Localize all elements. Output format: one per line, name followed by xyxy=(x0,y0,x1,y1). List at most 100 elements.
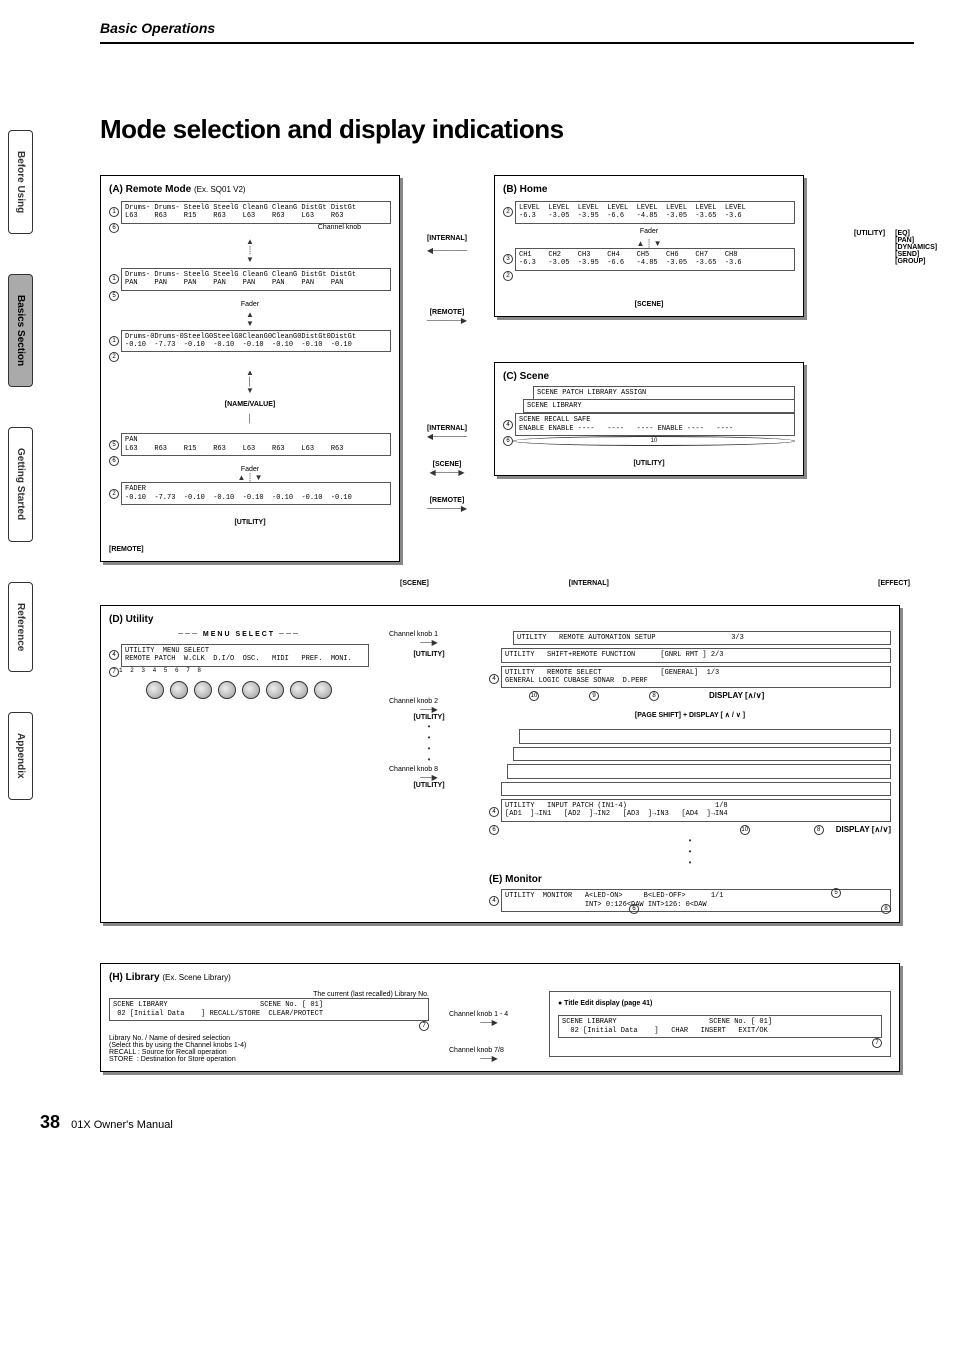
ref-c4: 4 xyxy=(503,420,513,430)
panel-a-title: (A) Remote Mode xyxy=(109,184,191,195)
book-title: 01X Owner's Manual xyxy=(71,1119,173,1131)
knob-row xyxy=(109,681,369,699)
panel-h-sub: (Ex. Scene Library) xyxy=(162,973,230,982)
lcd-stack-a2: UTILITY SHIFT+REMOTE FUNCTION [GNRL RMT … xyxy=(501,648,891,662)
side-tabs: Before Using Basics Section Getting Star… xyxy=(8,130,38,800)
internal-label-c: [INTERNAL] xyxy=(412,425,482,432)
panel-home: (B) Home 2 LEVEL LEVEL LEVEL LEVEL LEVEL… xyxy=(494,175,804,317)
lcd-b1: LEVEL LEVEL LEVEL LEVEL LEVEL LEVEL LEVE… xyxy=(515,201,795,224)
ref-b3: 3 xyxy=(503,254,513,264)
panel-remote-mode: (A) Remote Mode (Ex. SQ01 V2) 1 Drums- D… xyxy=(100,175,400,562)
knob-4-icon xyxy=(218,681,236,699)
ref-da10: 10 xyxy=(529,691,539,701)
page-footer: 38 01X Owner's Manual xyxy=(40,1112,914,1133)
ref-db8: 8 xyxy=(814,825,824,835)
lcd-c3: SCENE RECALL SAFE ENABLE ENABLE ---- ---… xyxy=(515,413,795,436)
channel-knob-label: Channel knob xyxy=(121,224,391,231)
remote-label-mid: [REMOTE] xyxy=(412,309,482,316)
running-header: Basic Operations xyxy=(100,20,914,44)
name-value-label: [NAME/VALUE] xyxy=(109,401,391,408)
panel-scene: (C) Scene SCENE PATCH LIBRARY ASSIGN SCE… xyxy=(494,362,804,477)
menu-select-label: ─── MENU SELECT ─── xyxy=(109,631,369,638)
tab-basics-section[interactable]: Basics Section xyxy=(8,274,33,387)
remote-label-a: [REMOTE] xyxy=(109,546,391,553)
lcd-sb-1 xyxy=(519,729,891,743)
right-annotations: [UTILITY] [EQ] [PAN] [DYNAMICS] [SEND] [… xyxy=(854,230,954,265)
ref-db4: 4 xyxy=(489,807,499,817)
panel-h-title: (H) Library xyxy=(109,972,160,983)
mid-internal: [INTERNAL] xyxy=(569,580,609,587)
channel-knob-78: Channel knob 7/8 xyxy=(449,1047,529,1054)
num-strip: 1 2 3 4 5 6 7 8 xyxy=(119,667,369,677)
page-shift-label: [PAGE SHIFT] + DISPLAY [ ∧ / ∨ ] xyxy=(489,711,891,719)
lcd-stack-a1: UTILITY REMOTE AUTOMATION SETUP 3/3 xyxy=(513,631,891,645)
ref-da4: 4 xyxy=(489,674,499,684)
ref-1: 1 xyxy=(109,207,119,217)
scene-label-c: [SCENE] xyxy=(412,461,482,468)
knob-2-icon xyxy=(170,681,188,699)
panel-e-title: (E) Monitor xyxy=(489,874,891,885)
ref-1b: 1 xyxy=(109,274,119,284)
utility-label-c: [UTILITY] xyxy=(503,460,795,467)
library-notes: Library No. / Name of desired selection … xyxy=(109,1035,429,1063)
lcd-sb-4 xyxy=(501,782,891,796)
channel-knob-14: Channel knob 1 - 4 xyxy=(449,1011,529,1018)
utility-d-1: [UTILITY] xyxy=(389,651,469,658)
remote-label-c: [REMOTE] xyxy=(412,497,482,504)
ref-2b: 2 xyxy=(109,489,119,499)
lcd-a3: Drums-0Drums-0SteelG0SteelG0CleanG0Clean… xyxy=(121,330,391,353)
lcd-sb-2 xyxy=(513,747,891,761)
panel-d-title: (D) Utility xyxy=(109,614,891,625)
lcd-b2: CH1 CH2 CH3 CH4 CH5 CH6 CH7 CH8 -6.3 -3.… xyxy=(515,248,795,271)
lcd-c2: SCENE LIBRARY xyxy=(523,399,795,413)
lcd-a2: Drums- Drums- SteelG SteelG CleanG Clean… xyxy=(121,268,391,291)
ref-b2b: 2 xyxy=(503,271,513,281)
panel-c-title: (C) Scene xyxy=(503,371,795,382)
page-title: Mode selection and display indications xyxy=(100,114,914,145)
knob-5-icon xyxy=(242,681,260,699)
display-arrows-2: DISPLAY [∧/∨] xyxy=(836,825,891,835)
tab-before-using[interactable]: Before Using xyxy=(8,130,33,234)
lcd-stack-a3: UTILITY REMOTE SELECT [GENERAL] 1/3 GENE… xyxy=(501,666,891,689)
lcd-a1: Drums- Drums- SteelG SteelG CleanG Clean… xyxy=(121,201,391,224)
ref-da9: 9 xyxy=(589,691,599,701)
ref-db10: 10 xyxy=(740,825,750,835)
scene-label-b: [SCENE] xyxy=(503,301,795,308)
channel-knob8-label: Channel knob 8 xyxy=(389,766,469,773)
title-edit-heading: ● Title Edit display (page 41) xyxy=(558,1000,882,1007)
knob-8-icon xyxy=(314,681,332,699)
mid-effect: [EFFECT] xyxy=(878,580,910,587)
connector-ab: [INTERNAL] ◀────── [REMOTE] ──────▶ [INT… xyxy=(412,175,482,513)
panel-a-sub: (Ex. SQ01 V2) xyxy=(194,185,246,194)
ref-e8: 8 xyxy=(881,904,891,914)
knob-3-icon xyxy=(194,681,212,699)
tab-getting-started[interactable]: Getting Started xyxy=(8,427,33,541)
mid-route: [SCENE] [INTERNAL] [EFFECT] xyxy=(100,580,910,587)
fader-label-a1: Fader xyxy=(109,301,391,308)
tab-reference[interactable]: Reference xyxy=(8,582,33,672)
ref-1c: 1 xyxy=(109,336,119,346)
page-number: 38 xyxy=(40,1112,60,1132)
ref-h7b: 7 xyxy=(872,1038,882,1048)
lcd-sb-3 xyxy=(507,764,891,778)
ref-h7: 7 xyxy=(419,1021,429,1031)
ref-d4: 4 xyxy=(109,650,119,660)
fader-label-b: Fader xyxy=(503,228,795,235)
lcd-c1: SCENE PATCH LIBRARY ASSIGN xyxy=(533,386,795,400)
tab-appendix[interactable]: Appendix xyxy=(8,712,33,800)
right-mode-labels: [EQ] [PAN] [DYNAMICS] [SEND] [GROUP] xyxy=(895,230,937,265)
knob-7-icon xyxy=(290,681,308,699)
lcd-a5: FADER -0.10 -7.73 -0.10 -0.10 -0.10 -0.1… xyxy=(121,482,391,505)
panel-library: (H) Library (Ex. Scene Library) The curr… xyxy=(100,963,900,1072)
ref-6b: 6 xyxy=(109,456,119,466)
knob-1-icon xyxy=(146,681,164,699)
lcd-h2: SCENE LIBRARY SCENE No. [ 01] 02 [Initia… xyxy=(558,1015,882,1038)
ref-6: 6 xyxy=(109,223,119,233)
ref-d7: 7 xyxy=(109,667,119,677)
ref-5: 5 xyxy=(109,291,119,301)
internal-label-top: [INTERNAL] xyxy=(412,235,482,242)
ref-c10: 10 xyxy=(513,436,795,446)
channel-knob2-label: Channel knob 2 xyxy=(389,698,469,705)
knob-6-icon xyxy=(266,681,284,699)
utility-d-2: [UTILITY] xyxy=(389,714,469,721)
